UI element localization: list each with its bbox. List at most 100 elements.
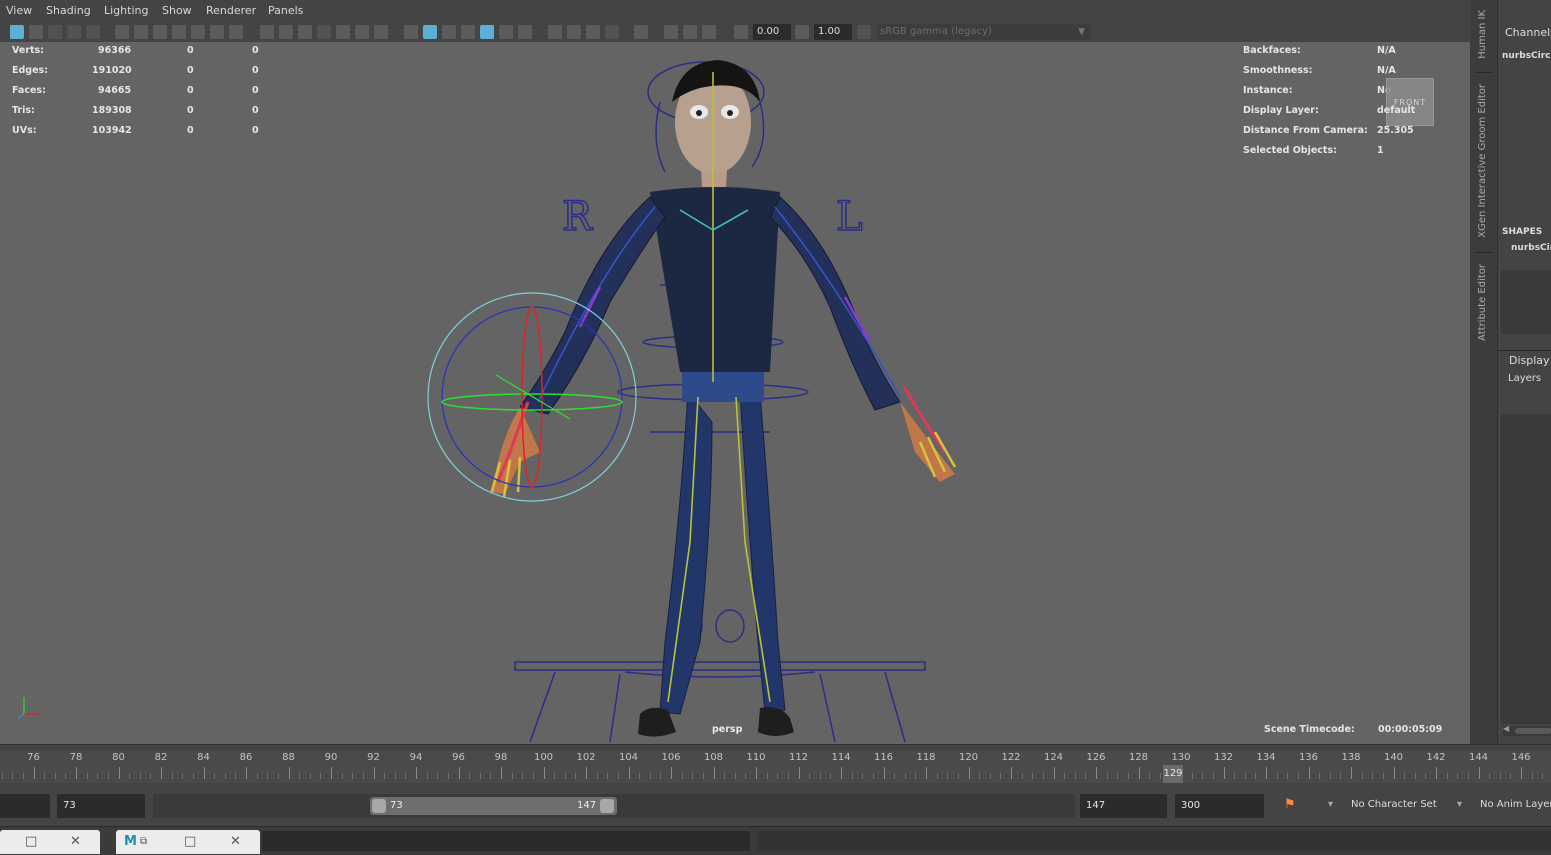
view-cube[interactable]: FRONT — [1386, 78, 1434, 126]
timeline-minor-tick — [22, 773, 24, 779]
timeline-minor-tick — [150, 773, 152, 779]
two-d-pan-icon[interactable] — [86, 25, 100, 39]
wireframe-icon[interactable] — [279, 25, 293, 39]
viewport-2-icon[interactable] — [634, 25, 648, 39]
playback-end-field[interactable]: 147 — [1080, 794, 1167, 818]
auto-key-icon[interactable]: ⚑ — [1284, 796, 1300, 814]
timeline-minor-tick — [65, 773, 67, 779]
shadows-icon[interactable] — [374, 25, 388, 39]
timeline-tick — [1436, 767, 1437, 779]
ambient-occlusion-icon[interactable] — [499, 25, 513, 39]
backface-icon[interactable] — [480, 25, 494, 39]
horizontal-scrollbar[interactable]: ◀ — [1503, 724, 1551, 736]
timeline-minor-tick — [989, 773, 991, 779]
range-start-handle[interactable] — [372, 799, 386, 813]
xray-icon[interactable] — [423, 25, 437, 39]
tab-xgen-groom-editor[interactable]: XGen Interactive Groom Editor — [1477, 84, 1488, 238]
character-set-dropdown[interactable]: No Character Set — [1351, 799, 1437, 810]
menu-show[interactable]: Show — [162, 4, 192, 17]
field-chart-icon[interactable] — [210, 25, 224, 39]
gamma-icon[interactable] — [795, 25, 809, 39]
shape-name[interactable]: nurbsCir — [1511, 243, 1551, 253]
display-tab[interactable]: Display — [1509, 354, 1550, 367]
timeline-tick — [883, 767, 885, 779]
safe-action-icon[interactable] — [229, 25, 243, 39]
menu-shading[interactable]: Shading — [46, 4, 91, 17]
playback-start-field[interactable]: 73 — [57, 794, 145, 818]
timeline-minor-tick — [1, 773, 3, 779]
range-end-handle[interactable] — [600, 799, 614, 813]
isolate-select-icon[interactable] — [586, 25, 600, 39]
chevron-down-icon[interactable]: ▾ — [1328, 799, 1333, 810]
current-frame-marker[interactable]: 129 — [1163, 765, 1183, 783]
exposure-field[interactable]: 0.00 — [753, 24, 791, 40]
timeline-minor-tick — [437, 773, 439, 779]
minimized-window-2[interactable]: M ⧉ □ ✕ — [116, 830, 260, 854]
use-all-lights-icon[interactable] — [355, 25, 369, 39]
hud-label: Edges: — [12, 65, 48, 76]
textured-icon[interactable] — [336, 25, 350, 39]
timeline-minor-tick — [851, 773, 853, 779]
restore-icon[interactable]: □ — [25, 834, 37, 850]
gamma-field[interactable]: 1.00 — [814, 24, 852, 40]
grease-pencil-icon[interactable] — [115, 25, 129, 39]
animation-start-field[interactable] — [0, 794, 50, 818]
timeline-minor-tick — [1361, 773, 1363, 779]
select-camera-icon[interactable] — [10, 25, 24, 39]
frame-all-icon[interactable] — [683, 25, 697, 39]
layers-menu[interactable]: Layers — [1508, 373, 1541, 384]
gate-mask-icon[interactable] — [191, 25, 205, 39]
scroll-thumb[interactable] — [1515, 728, 1551, 734]
hud-uvs: UVs: 103942 0 0 — [12, 125, 259, 136]
timeline-minor-tick — [86, 773, 88, 779]
close-icon[interactable]: ✕ — [230, 834, 241, 850]
color-management-icon[interactable] — [857, 25, 871, 39]
time-slider[interactable]: 7476788082848688909294969810010210410610… — [0, 744, 1551, 789]
smooth-shade-icon[interactable] — [298, 25, 312, 39]
restore-icon[interactable]: □ — [184, 834, 196, 850]
animation-end-field[interactable]: 300 — [1175, 794, 1264, 818]
close-icon[interactable]: ✕ — [70, 834, 81, 850]
wireframe-on-shaded-icon[interactable] — [404, 25, 418, 39]
timeline-minor-tick — [1542, 773, 1544, 779]
multisample-icon[interactable] — [548, 25, 562, 39]
scroll-left-icon[interactable]: ◀ — [1503, 724, 1509, 733]
film-gate-icon[interactable] — [153, 25, 167, 39]
timeline-minor-tick — [692, 773, 694, 779]
timeline-minor-tick — [299, 773, 301, 779]
depth-of-field-icon[interactable] — [567, 25, 581, 39]
command-line[interactable] — [262, 831, 750, 851]
pan-zoom-icon[interactable] — [664, 25, 678, 39]
colorspace-dropdown[interactable]: sRGB gamma (legacy) ▼ — [877, 24, 1091, 40]
timeline-minor-tick — [224, 773, 226, 779]
timeline-tick — [458, 767, 460, 779]
time-ruler[interactable]: 7476788082848688909294969810010210410610… — [0, 751, 1551, 783]
tab-attribute-editor[interactable]: Attribute Editor — [1477, 264, 1488, 341]
frame-selected-icon[interactable] — [702, 25, 716, 39]
resolution-gate-icon[interactable] — [172, 25, 186, 39]
menu-renderer[interactable]: Renderer — [206, 4, 256, 17]
menu-view[interactable]: View — [6, 4, 32, 17]
chevron-down-icon[interactable]: ▾ — [1457, 799, 1462, 810]
tab-human-ik[interactable]: Human IK — [1477, 10, 1488, 59]
minimized-window-1[interactable]: □ ✕ — [0, 830, 100, 854]
motion-blur-icon[interactable] — [518, 25, 532, 39]
default-material-icon[interactable] — [317, 25, 331, 39]
anim-layer-dropdown[interactable]: No Anim Layer — [1480, 799, 1551, 810]
timeline-tick-label: 130 — [1171, 752, 1191, 763]
hud-icon[interactable] — [605, 25, 619, 39]
bookmark-icon[interactable] — [48, 25, 62, 39]
channels-title[interactable]: Channels — [1505, 26, 1551, 39]
menu-lighting[interactable]: Lighting — [104, 4, 148, 17]
object-name[interactable]: nurbsCircle — [1502, 51, 1551, 61]
grid-icon[interactable] — [260, 25, 274, 39]
lock-camera-icon[interactable] — [29, 25, 43, 39]
3d-viewport[interactable]: R L Verts: 96366 0 0 Edges: 191020 0 0 F… — [0, 42, 1471, 744]
range-slider[interactable]: 73 147 — [370, 797, 617, 815]
menu-panels[interactable]: Panels — [268, 4, 303, 17]
xray-joints-icon[interactable] — [461, 25, 475, 39]
camera-attributes-icon[interactable] — [134, 25, 148, 39]
image-plane-icon[interactable] — [67, 25, 81, 39]
exposure-icon[interactable] — [734, 25, 748, 39]
xray-active-icon[interactable] — [442, 25, 456, 39]
